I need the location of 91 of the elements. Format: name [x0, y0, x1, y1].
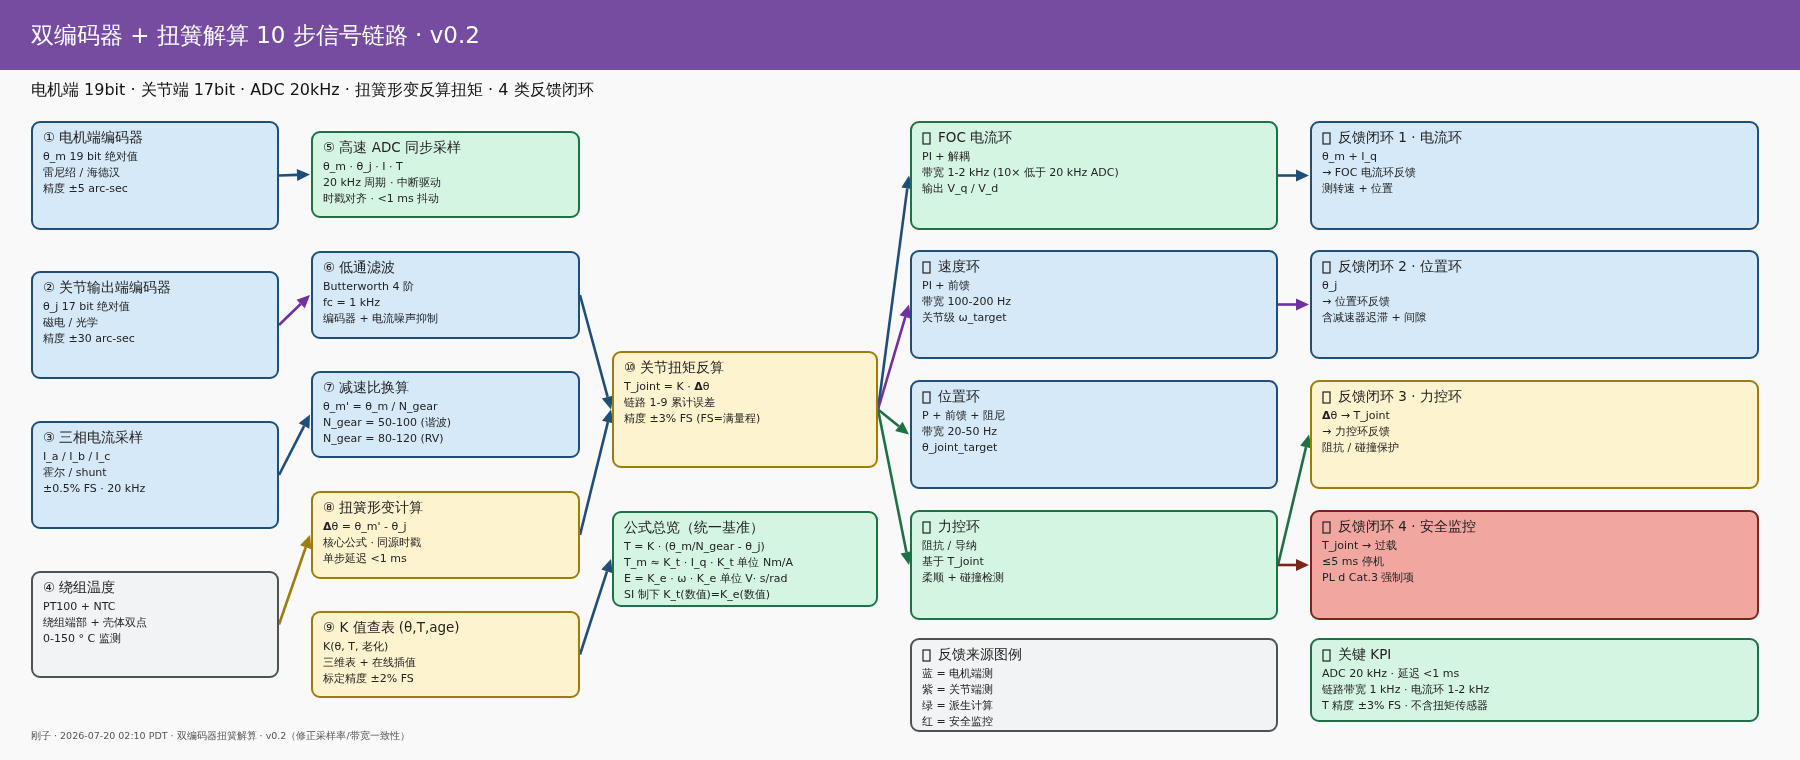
node-text: Butterworth 4 阶 — [323, 280, 414, 294]
node-text: P + 前馈 + 阻尼 — [922, 409, 1006, 423]
node-text: N_gear = 80-120 (RV) — [323, 432, 444, 446]
node-text: 阻抗 / 导纳 — [922, 539, 977, 553]
node-text: 基于 T_joint — [922, 555, 984, 569]
node-text: 测转速 + 位置 — [1322, 182, 1394, 196]
node-text: ADC 20 kHz · 延迟 <1 ms — [1322, 667, 1460, 681]
node-title: 反馈闭环 4 · 安全监控 — [1338, 518, 1476, 536]
node-text: T_m ≈ K_t · I_q · K_t 单位 Nm/A — [624, 556, 794, 570]
node-text: N_gear = 50-100 (谐波) — [323, 416, 451, 430]
node-text: θ_j 17 bit 绝对值 — [43, 300, 131, 314]
node-title: 速度环 — [938, 258, 980, 276]
node-title: 反馈来源图例 — [938, 646, 1022, 664]
node-title: 公式总览（统一基准） — [624, 519, 764, 537]
node-text: θ_joint_target — [922, 441, 998, 455]
node-text: Δθ → T_joint — [1322, 409, 1390, 423]
node-text: 绿 = 派生计算 — [922, 699, 994, 713]
node-text: 时戳对齐 · <1 ms 抖动 — [323, 192, 440, 206]
node-title: FOC 电流环 — [938, 129, 1013, 147]
node-title: ⑨ K 值查表 (θ,T,age) — [323, 619, 460, 637]
node-text: 磁电 / 光学 — [43, 316, 98, 330]
node-text: 绕组端部 + 壳体双点 — [43, 616, 148, 630]
node-text: fc = 1 kHz — [323, 296, 381, 310]
node-title: 反馈闭环 3 · 力控环 — [1338, 388, 1462, 406]
node-text: 标定精度 ±2% FS — [323, 672, 414, 686]
node-text: PI + 解耦 — [922, 150, 971, 164]
node-text: θ_m · θ_j · I · T — [323, 160, 403, 174]
node-text: 带宽 20-50 Hz — [922, 425, 997, 439]
node-text: 带宽 1-2 kHz (10× 低于 20 kHz ADC) — [922, 166, 1119, 180]
node-text: PL d Cat.3 强制项 — [1322, 571, 1415, 585]
node-text: 蓝 = 电机端测 — [922, 667, 994, 681]
node-text: 霍尔 / shunt — [43, 466, 107, 480]
node-text: θ_m + I_q — [1322, 150, 1377, 164]
node-text: 精度 ±5 arc-sec — [43, 182, 128, 196]
node-text: 链路 1-9 累计误差 — [624, 396, 715, 410]
node-text: θ_m 19 bit 绝对值 — [43, 150, 138, 164]
node-text: 0-150 ° C 监测 — [43, 632, 121, 646]
node-text: 红 = 安全监控 — [922, 715, 994, 729]
node-text: 关节级 ω_target — [922, 311, 1007, 325]
node-text: 精度 ±3% FS (FS=满量程) — [624, 412, 761, 426]
page-subtitle: 电机端 19bit · 关节端 17bit · ADC 20kHz · 扭簧形变反算扭矩 · 4 类反馈闭环 — [30, 78, 595, 101]
node-title: ② 关节输出端编码器 — [43, 279, 172, 297]
node-text: T_joint → 过载 — [1322, 539, 1397, 553]
node-text: PI + 前馈 — [922, 279, 971, 293]
node-title: 力控环 — [938, 518, 980, 536]
node-text: 阻抗 / 碰撞保护 — [1322, 441, 1399, 455]
node-title: 反馈闭环 1 · 电流环 — [1338, 129, 1462, 147]
node-title: ① 电机端编码器 — [43, 129, 144, 147]
node-text: 单步延迟 <1 ms — [323, 552, 407, 566]
connector-arrow — [1278, 298, 1309, 311]
node-text: 紫 = 关节端测 — [922, 683, 994, 697]
node-text: 带宽 100-200 Hz — [922, 295, 1011, 309]
node-text: Δθ = θ_m' - θ_j — [323, 520, 407, 534]
node-text: E = K_e · ω · K_e 单位 V· s/rad — [624, 572, 788, 586]
node-text: T_joint = K · Δθ — [624, 380, 710, 394]
node-text: 含减速器迟滞 + 间隙 — [1322, 311, 1427, 325]
node-text: θ_j — [1322, 279, 1338, 293]
node-text: T 精度 ±3% FS · 不含扭矩传感器 — [1322, 699, 1489, 713]
node-text: → 力控环反馈 — [1322, 425, 1390, 439]
node-text: T = K · (θ_m/N_gear - θ_j) — [624, 540, 765, 554]
node-text: 链路带宽 1 kHz · 电流环 1-2 kHz — [1322, 683, 1490, 697]
node-title: ④ 绕组温度 — [43, 579, 116, 597]
node-title: ⑩ 关节扭矩反算 — [624, 359, 725, 377]
node-title: 位置环 — [938, 388, 980, 406]
node-title: ⑦ 减速比换算 — [323, 379, 410, 397]
node-title: 关键 KPI — [1338, 646, 1392, 664]
node-title: ⑧ 扭簧形变计算 — [323, 499, 424, 517]
node-text: 雷尼绍 / 海德汉 — [43, 166, 120, 180]
node-text: 核心公式 · 同源时戳 — [323, 536, 422, 550]
node-text: 输出 V_q / V_d — [922, 182, 999, 196]
node-text: ≤5 ms 停机 — [1322, 555, 1384, 569]
node-title: ③ 三相电流采样 — [43, 429, 144, 447]
footer-text: 刚子 · 2026-07-20 02:10 PDT · 双编码器扭簧解算 · v0.2（修正采样率/带宽一致性） — [31, 730, 410, 743]
node-text: K(θ, T, 老化) — [323, 640, 389, 654]
node-text: 精度 ±30 arc-sec — [43, 332, 135, 346]
node-text: 三维表 + 在线插值 — [323, 656, 417, 670]
connector-arrow — [278, 295, 310, 326]
node-text: → 位置环反馈 — [1322, 295, 1390, 309]
node-text: θ_m' = θ_m / N_gear — [323, 400, 438, 414]
node-text: SI 制下 K_t(数值)=K_e(数值) — [624, 588, 771, 602]
node-title: ⑤ 高速 ADC 同步采样 — [323, 139, 462, 157]
node-title: ⑥ 低通滤波 — [323, 259, 396, 277]
node-text: 编码器 + 电流噪声抑制 — [323, 312, 439, 326]
node-text: I_a / I_b / I_c — [43, 450, 111, 464]
node-text: → FOC 电流环反馈 — [1322, 166, 1416, 180]
page-title: 双编码器 + 扭簧解算 10 步信号链路 · v0.2 — [31, 20, 480, 50]
node-title: 反馈闭环 2 · 位置环 — [1338, 258, 1462, 276]
node-text: PT100 + NTC — [43, 600, 116, 614]
node-text: ±0.5% FS · 20 kHz — [43, 482, 146, 496]
node-text: 柔顺 + 碰撞检测 — [922, 571, 1005, 585]
node-text: 20 kHz 周期 · 中断驱动 — [323, 176, 441, 190]
